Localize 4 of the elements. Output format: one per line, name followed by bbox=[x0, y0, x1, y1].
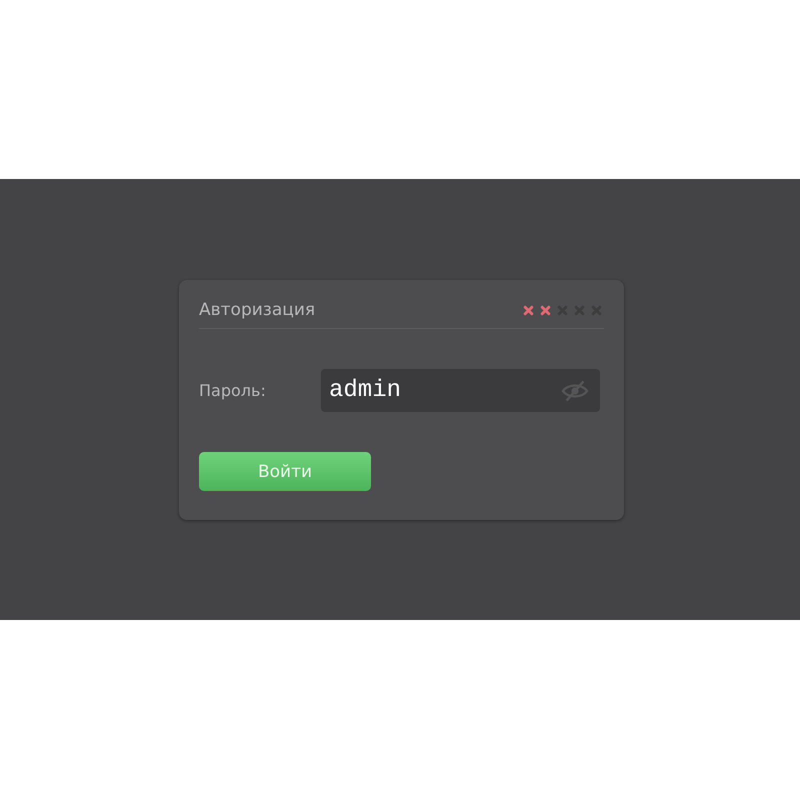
eye-hidden-icon[interactable] bbox=[560, 379, 590, 403]
dialog-title: Авторизация bbox=[199, 300, 316, 320]
password-field[interactable]: admin bbox=[321, 369, 600, 412]
password-label: Пароль: bbox=[199, 381, 267, 400]
